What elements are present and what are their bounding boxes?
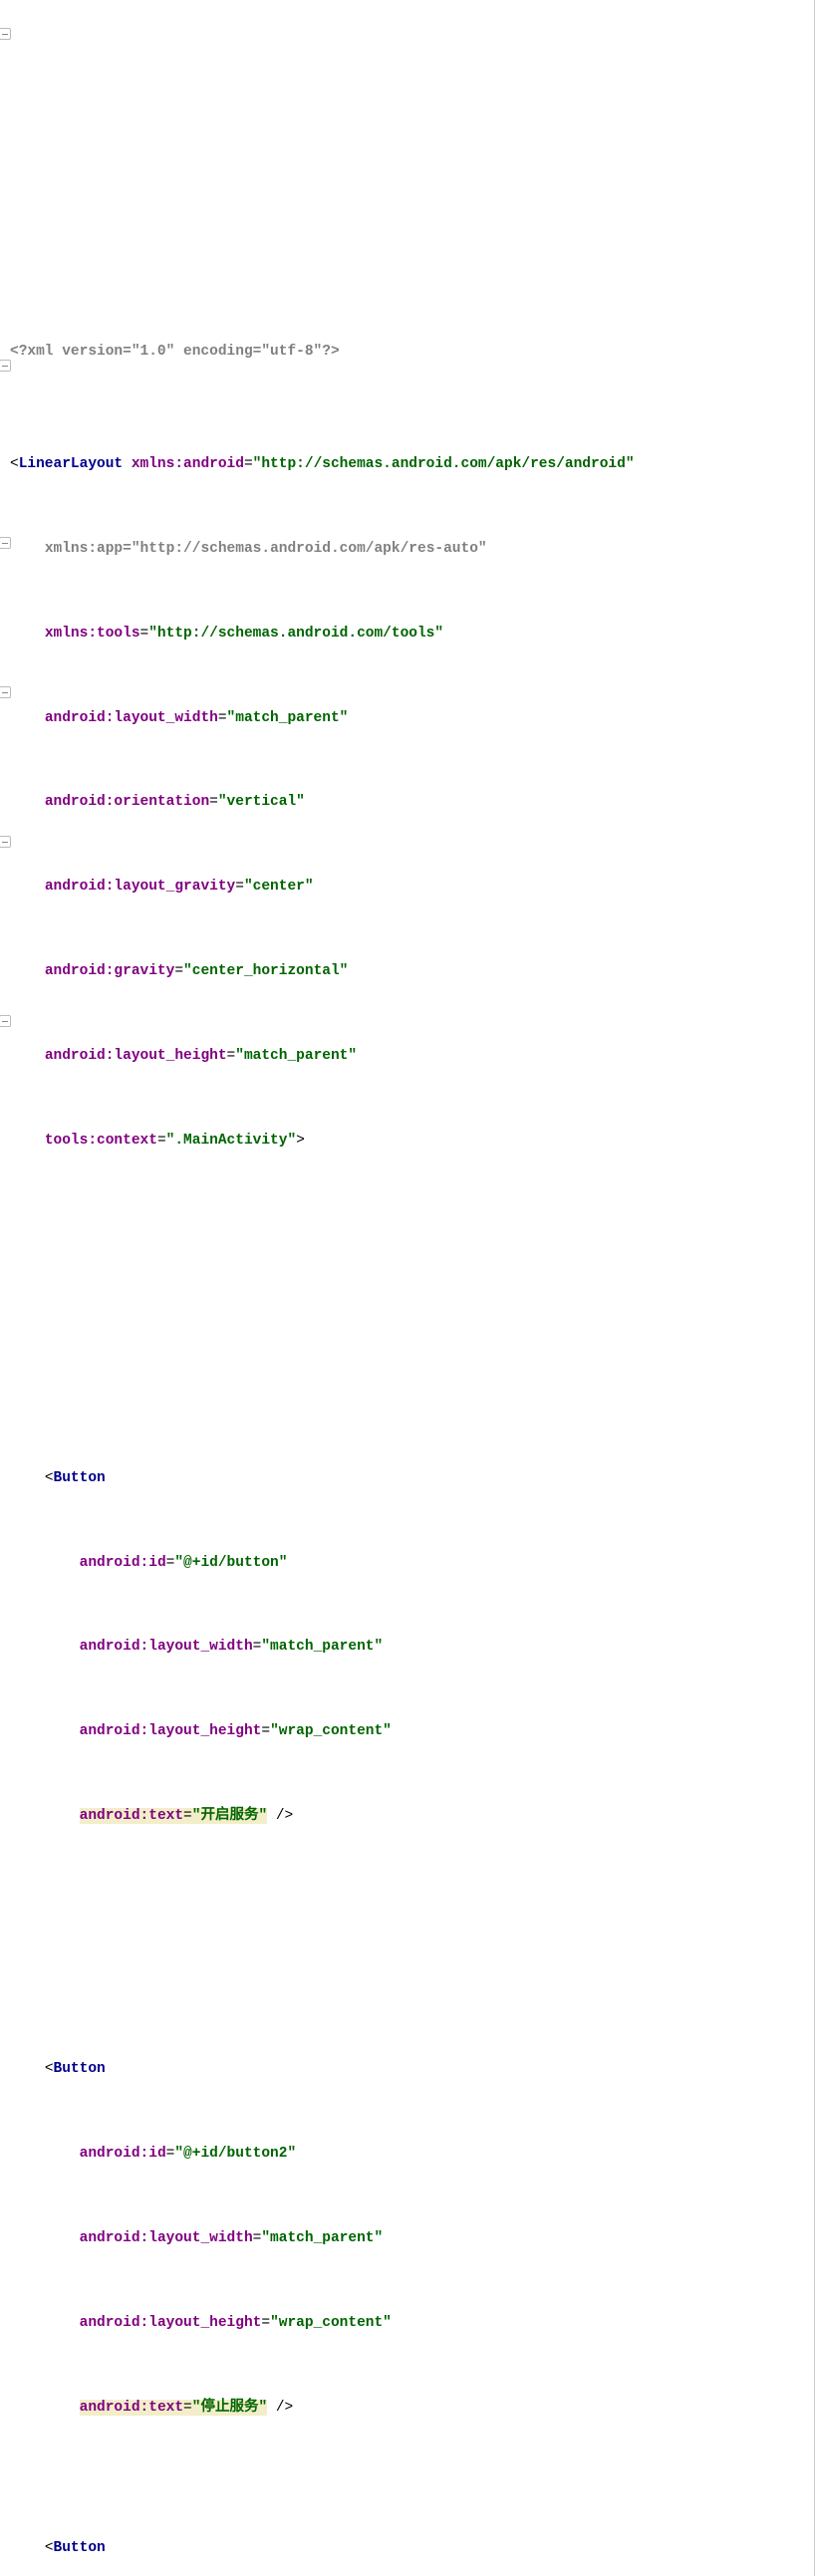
fold-marker[interactable]: [0, 28, 11, 40]
code-line: <Button: [0, 1464, 814, 1492]
fold-marker[interactable]: [0, 537, 11, 549]
blank-line: [0, 1239, 814, 1267]
code-line: xmlns:app="http://schemas.android.com/ap…: [0, 535, 814, 563]
code-line: <Button: [0, 2055, 814, 2083]
code-line: android:layout_width="match_parent": [0, 1633, 814, 1661]
code-line: android:layout_width="match_parent": [0, 2224, 814, 2252]
tag-button: Button: [54, 1470, 106, 1486]
code-line: android:layout_width="match_parent": [0, 704, 814, 732]
tag-button: Button: [54, 2061, 106, 2077]
code-line: <LinearLayout xmlns:android="http://sche…: [0, 450, 814, 478]
code-line: android:layout_gravity="center": [0, 873, 814, 901]
blank-line: [0, 1915, 814, 1942]
code-line: <Button: [0, 2534, 814, 2562]
gutter: [0, 0, 8, 2576]
tag-linearlayout: LinearLayout: [19, 456, 123, 472]
fold-marker[interactable]: [0, 1015, 11, 1027]
code-editor[interactable]: <?xml version="1.0" encoding="utf-8"?> <…: [0, 0, 815, 2576]
code-line: android:id="@+id/button2": [0, 2140, 814, 2168]
code-line: android:layout_height="wrap_content": [0, 2309, 814, 2337]
code-line: tools:context=".MainActivity">: [0, 1127, 814, 1155]
code-line: android:gravity="center_horizontal": [0, 957, 814, 985]
fold-marker[interactable]: [0, 686, 11, 698]
fold-marker[interactable]: [0, 360, 11, 372]
fold-marker[interactable]: [0, 836, 11, 848]
tag-button: Button: [54, 2540, 106, 2556]
code-line: xmlns:tools="http://schemas.android.com/…: [0, 620, 814, 647]
code-line: android:layout_height="wrap_content": [0, 1717, 814, 1745]
code-line: android:orientation="vertical": [0, 788, 814, 816]
code-line: android:text="停止服务" />: [0, 2394, 814, 2422]
code-line: android:id="@+id/button": [0, 1549, 814, 1577]
code-line: android:text="开启服务" />: [0, 1802, 814, 1830]
code-line: android:layout_height="match_parent": [0, 1042, 814, 1070]
xml-pi: <?xml version="1.0" encoding="utf-8"?>: [10, 344, 340, 360]
code-line: <?xml version="1.0" encoding="utf-8"?>: [0, 338, 814, 366]
blank-line: [0, 1323, 814, 1351]
